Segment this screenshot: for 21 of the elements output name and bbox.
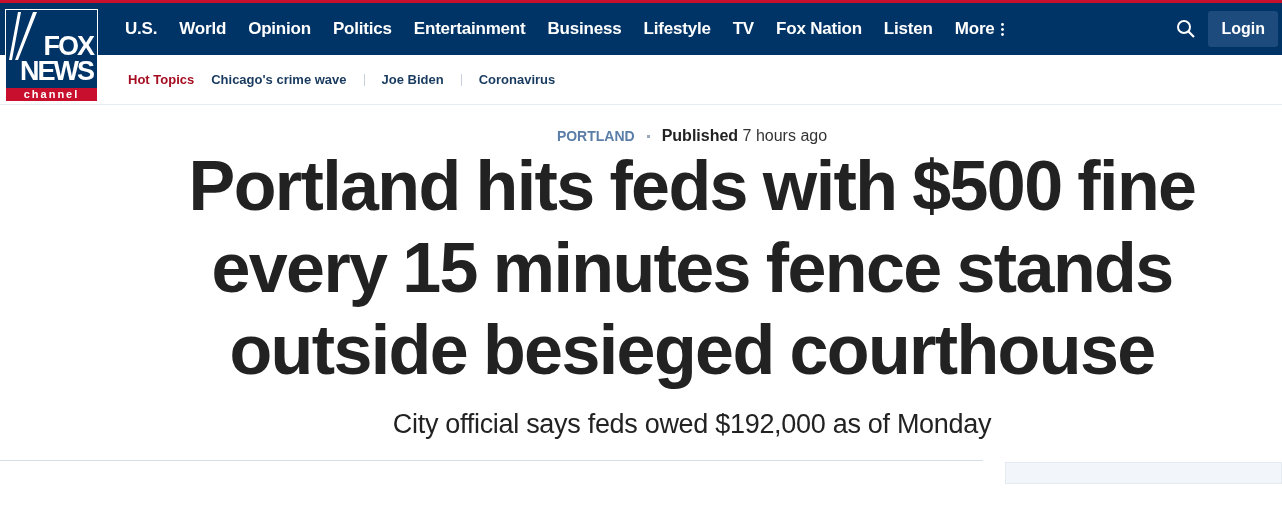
nav-link[interactable]: Lifestyle bbox=[632, 19, 722, 39]
topic-link[interactable]: Chicago's crime wave bbox=[211, 72, 347, 87]
nav-link[interactable]: Entertainment bbox=[402, 19, 537, 39]
nav-link[interactable]: Politics bbox=[321, 19, 403, 39]
hot-topics-label: Hot Topics bbox=[128, 72, 195, 87]
fox-news-logo[interactable]: FOX NEWS channel bbox=[6, 10, 97, 101]
topic-link[interactable]: Coronavirus bbox=[478, 72, 556, 87]
nav-link[interactable]: World bbox=[168, 19, 238, 39]
nav-link[interactable]: U.S. bbox=[114, 19, 169, 39]
nav-link[interactable]: More bbox=[943, 19, 1015, 39]
subheadline: City official says feds owed $192,000 as of Monday bbox=[392, 409, 992, 440]
published-time: Published 7 hours ago bbox=[661, 127, 828, 145]
nav-link[interactable]: Fox Nation bbox=[765, 19, 873, 39]
category-link[interactable]: PORTLAND bbox=[556, 128, 635, 144]
nav-link[interactable]: Listen bbox=[872, 19, 944, 39]
nav-link[interactable]: TV bbox=[721, 19, 765, 39]
login-button[interactable]: Login bbox=[1208, 11, 1278, 47]
nav-link[interactable]: Business bbox=[536, 19, 633, 39]
headline: Portland hits feds with $500 fine every 15 minutes fence stands outside besieged courthouse bbox=[187, 146, 1197, 391]
topic-link[interactable]: Joe Biden bbox=[381, 72, 444, 87]
nav-link[interactable]: Opinion bbox=[237, 19, 322, 39]
